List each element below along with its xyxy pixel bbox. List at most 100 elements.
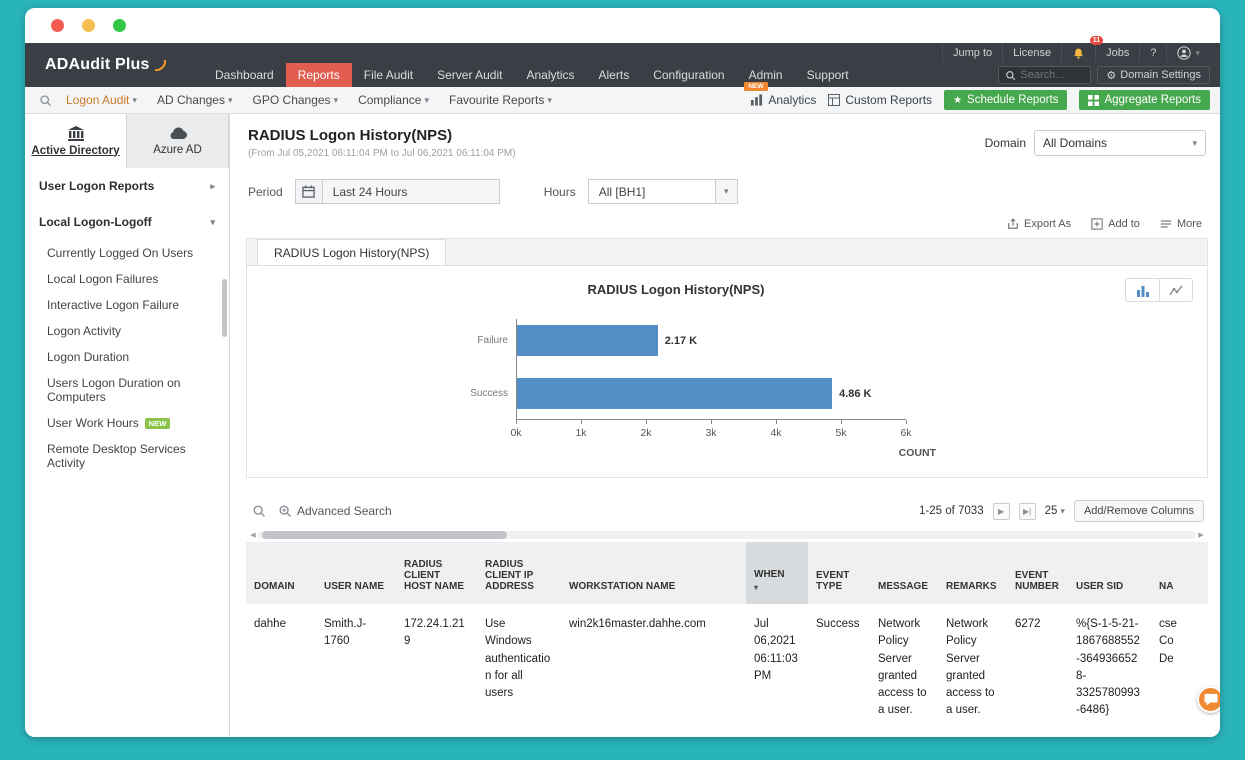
close-window-button[interactable] [51,19,64,32]
column-header-domain[interactable]: DOMAIN [246,542,316,604]
column-header-radius-client-ip-address[interactable]: RADIUS CLIENT IP ADDRESS [477,542,561,604]
nav-item-reports[interactable]: Reports [285,63,352,87]
table-row[interactable]: dahhe Smith.J-1760 172.24.1.219 Use Wind… [246,604,1208,732]
sidebar-item-users-logon-duration-on-computers[interactable]: Users Logon Duration on Computers [25,370,229,410]
next-page-button[interactable]: ▶ [992,502,1010,520]
column-header-radius-client-host-name[interactable]: RADIUS CLIENT HOST NAME [396,542,477,604]
reports-ribbon: Logon Audit ▾ AD Changes ▾ GPO Changes ▾ Co… [25,82,1220,114]
search-input[interactable] [1020,69,1085,81]
next-page-icon: ▶ [998,506,1005,516]
nav-item-support[interactable]: Support [795,63,861,87]
tick-label: 0k [510,427,522,439]
success-bar[interactable] [517,378,833,409]
tab-azure-ad[interactable]: Azure AD [127,114,229,168]
sidebar-item-interactive-logon-failure[interactable]: Interactive Logon Failure [25,292,229,318]
menu-compliance[interactable]: Compliance ▾ [358,93,429,107]
table-search-button[interactable] [252,504,266,518]
nav-item-dashboard[interactable]: Dashboard [203,63,286,87]
minimize-window-button[interactable] [82,19,95,32]
ribbon-search-button[interactable] [39,94,52,107]
nav-item-configuration[interactable]: Configuration [641,63,736,87]
tick-label: 2k [640,427,652,439]
search-icon [253,505,265,517]
last-page-button[interactable]: ▶| [1018,502,1036,520]
column-header-workstation-name[interactable]: WORKSTATION NAME [561,542,746,604]
add-remove-columns-button[interactable]: Add/Remove Columns [1073,500,1204,522]
more-button[interactable]: More [1160,218,1202,230]
analytics-button[interactable]: NEW Analytics [744,82,816,107]
column-header-remarks[interactable]: REMARKS [938,542,1007,604]
jobs-link[interactable]: Jobs [1095,43,1139,63]
sidebar-tabs: Active Directory Azure AD [25,114,229,168]
page-size-select[interactable]: 25 ▾ [1045,505,1065,517]
chevron-down-icon: ▾ [1192,137,1197,148]
tab-active-directory[interactable]: Active Directory [25,114,127,168]
bar-chart-icon[interactable] [1126,279,1159,301]
scrollbar-track[interactable] [258,531,1196,539]
nav-item-file-audit[interactable]: File Audit [352,63,425,87]
schedule-reports-button[interactable]: ★ Schedule Reports [944,90,1068,110]
chevron-down-icon[interactable]: ▾ [714,180,737,203]
line-chart-icon[interactable] [1159,279,1192,301]
sidebar-item-logon-duration[interactable]: Logon Duration [25,344,229,370]
notifications-button[interactable]: 11 [1061,36,1104,63]
nav-item-analytics[interactable]: Analytics [514,63,586,87]
aggregate-reports-button[interactable]: Aggregate Reports [1079,90,1210,110]
help-button[interactable]: ? [1139,43,1166,63]
failure-bar[interactable] [517,325,658,356]
sidebar-item-remote-desktop-services-activity[interactable]: Remote Desktop Services Activity [25,436,229,476]
hours-select[interactable]: All [BH1] ▾ [587,179,738,204]
column-header-when[interactable]: WHEN ▾ [746,542,808,604]
item-label: User Work Hours [47,416,139,430]
sidebar-scrollbar-thumb[interactable] [222,279,227,337]
custom-reports-button[interactable]: Custom Reports [828,93,932,107]
column-header-na[interactable]: NA [1151,542,1208,604]
scroll-right-icon[interactable]: ▶ [1196,531,1206,539]
domain-select[interactable]: All Domains ▾ [1034,130,1206,156]
account-menu[interactable]: ▾ [1166,43,1210,63]
sidebar-item-user-work-hours[interactable]: User Work Hours NEW [25,410,229,436]
menu-label: AD Changes [156,93,225,107]
domain-settings-button[interactable]: ⚙ Domain Settings [1097,66,1210,84]
pagination-group: 1-25 of 7033 ▶ ▶| 25 ▾ Add/Remove Column… [919,500,1204,522]
tab-label: Azure AD [153,143,202,156]
column-header-message[interactable]: MESSAGE [870,542,938,604]
schedule-reports-label: Schedule Reports [967,94,1059,106]
license-link[interactable]: License [1002,43,1061,63]
jump-to-link[interactable]: Jump to [942,43,1002,63]
menu-gpo-changes[interactable]: GPO Changes ▾ [253,93,339,107]
zoom-window-button[interactable] [113,19,126,32]
scrollbar-thumb[interactable] [262,531,507,539]
menu-favourite-reports[interactable]: Favourite Reports ▾ [449,93,552,107]
support-chat-button[interactable] [1197,686,1220,713]
cell-remarks: Network Policy Server granted access to … [946,618,995,717]
sidebar-section-local-logon-logoff[interactable]: Local Logon-Logoff ▾ [25,204,229,240]
export-as-button[interactable]: Export As [1007,218,1071,230]
sidebar-item-local-logon-failures[interactable]: Local Logon Failures [25,266,229,292]
adaudit-plus-logo[interactable]: ADAudit Plus [25,43,203,87]
column-header-event-type[interactable]: EVENT TYPE [808,542,870,604]
period-value-field[interactable]: Last 24 Hours [321,179,500,204]
column-header-user-sid[interactable]: USER SID [1068,542,1151,604]
sidebar-item-currently-logged-on-users[interactable]: Currently Logged On Users [25,240,229,266]
menu-logon-audit[interactable]: Logon Audit ▾ [66,93,137,107]
sidebar-item-logon-activity[interactable]: Logon Activity [25,318,229,344]
nav-item-alerts[interactable]: Alerts [587,63,642,87]
column-header-user-name[interactable]: USER NAME [316,542,396,604]
calendar-button[interactable] [294,179,322,204]
sidebar-section-user-logon-reports[interactable]: User Logon Reports ▸ [25,168,229,204]
export-icon [1008,218,1018,229]
nav-item-server-audit[interactable]: Server Audit [425,63,514,87]
item-label: Remote Desktop Services Activity [47,442,186,470]
topbar: ADAudit Plus Jump to License 11 Jobs ? ▾… [25,36,1220,87]
x-axis-tickmarks [516,420,907,425]
advanced-search-button[interactable]: Advanced Search [278,504,392,518]
chevron-right-icon: ▸ [210,180,215,191]
column-header-event-number[interactable]: EVENT NUMBER [1007,542,1068,604]
add-to-button[interactable]: Add to [1091,218,1140,230]
menu-ad-changes[interactable]: AD Changes ▾ [157,93,233,107]
tab-radius-logon-history[interactable]: RADIUS Logon History(NPS) [257,239,447,265]
scroll-left-icon[interactable]: ◀ [248,531,258,539]
global-search-box[interactable] [998,66,1092,84]
domain-filter: Domain All Domains ▾ [985,130,1206,156]
